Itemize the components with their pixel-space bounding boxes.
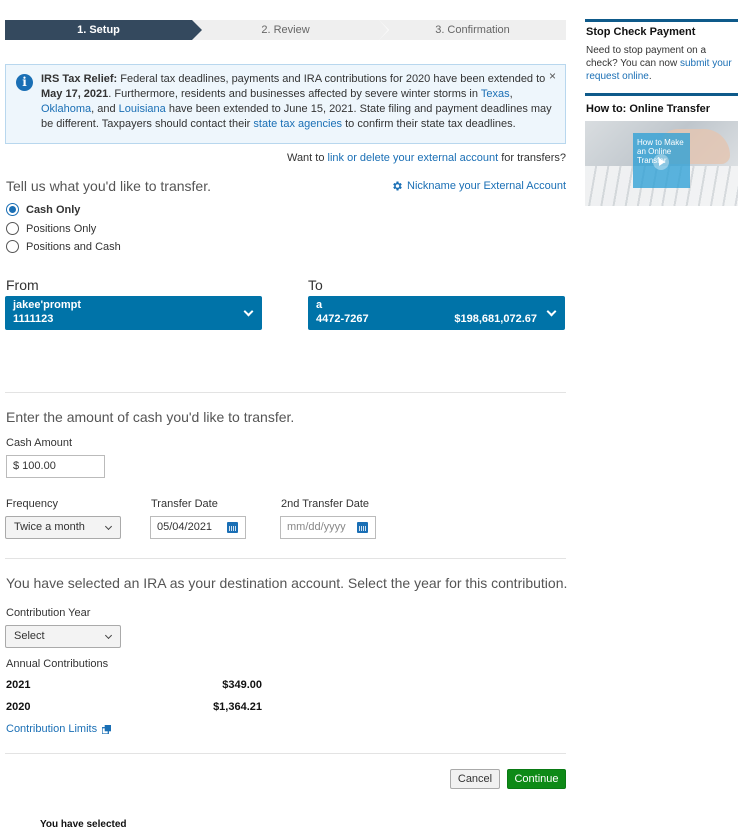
online-transfer-video-thumbnail[interactable]: How to Make an Online Transfer xyxy=(585,121,738,206)
external-prefix: Want to xyxy=(286,152,328,164)
to-label: To xyxy=(308,277,323,293)
stop-check-title: Stop Check Payment xyxy=(586,26,696,38)
gear-icon xyxy=(393,181,402,191)
footer-selection-text: You have selected xyxy=(40,819,127,830)
oklahoma-link[interactable]: Oklahoma xyxy=(41,103,91,115)
louisiana-link[interactable]: Louisiana xyxy=(119,103,166,115)
alert-sep-1: , xyxy=(509,88,513,100)
to-account-details: 4472-7267 $198,681,072.67 xyxy=(316,313,557,325)
alert-sep-2: , and xyxy=(91,103,119,115)
to-account-name: a xyxy=(316,299,323,311)
texas-link[interactable]: Texas xyxy=(481,88,510,100)
chevron-down-icon xyxy=(104,522,113,531)
contribution-year: 2021 xyxy=(6,679,31,691)
external-account-note: Want to link or delete your external acc… xyxy=(287,152,566,164)
contribution-year-label: Contribution Year xyxy=(6,607,91,619)
contribution-row: 2021 $349.00 xyxy=(6,679,262,691)
alert-title: IRS Tax Relief: xyxy=(41,73,118,85)
external-suffix: for transfers? xyxy=(498,152,566,164)
irs-tax-relief-alert: i × IRS Tax Relief: Federal tax deadline… xyxy=(5,64,566,144)
from-account-name: jakee'prompt xyxy=(13,299,82,311)
external-window-icon xyxy=(102,724,112,734)
cash-amount-label: Cash Amount xyxy=(6,437,73,449)
radio-label-positions-only: Positions Only xyxy=(26,222,97,235)
transfer-date-value: 05/04/2021 xyxy=(157,521,213,533)
link-delete-external-account-link[interactable]: link or delete your external account xyxy=(328,152,499,164)
radio-label-positions-and-cash: Positions and Cash xyxy=(26,240,121,253)
contribution-amount: $1,364.21 xyxy=(213,701,262,713)
nickname-external-account-link[interactable]: Nickname your External Account xyxy=(391,180,566,192)
nickname-link-label: Nickname your External Account xyxy=(407,180,566,192)
radio-positions-and-cash[interactable]: Positions and Cash xyxy=(6,240,121,253)
second-transfer-date-input[interactable]: mm/dd/yyyy xyxy=(280,516,376,539)
radio-positions-only[interactable]: Positions Only xyxy=(6,222,96,235)
second-date-placeholder: mm/dd/yyyy xyxy=(287,521,346,533)
contribution-limits-label: Contribution Limits xyxy=(6,723,98,735)
divider xyxy=(5,753,566,754)
cash-heading: Enter the amount of cash you'd like to t… xyxy=(6,409,295,425)
frequency-value: Twice a month xyxy=(14,521,85,533)
ira-heading: You have selected an IRA as your destina… xyxy=(6,575,568,591)
contribution-amount: $349.00 xyxy=(222,679,262,691)
state-tax-agencies-link[interactable]: state tax agencies xyxy=(253,118,342,130)
calendar-icon[interactable] xyxy=(357,522,368,533)
contribution-year-value: Select xyxy=(14,630,45,642)
step-confirmation: 3. Confirmation xyxy=(379,20,566,40)
to-account-number: 4472-7267 xyxy=(316,313,369,325)
divider xyxy=(5,392,566,393)
contribution-limits-link[interactable]: Contribution Limits xyxy=(6,723,112,735)
alert-text-2: . Furthermore, residents and businesses … xyxy=(108,88,481,100)
to-account-select[interactable]: a 4472-7267 $198,681,072.67 xyxy=(308,296,565,330)
cash-amount-input[interactable]: $ 100.00 xyxy=(6,455,105,478)
divider xyxy=(5,558,566,559)
alert-date: May 17, 2021 xyxy=(41,88,109,100)
from-account-select[interactable]: jakee'prompt 1111123 xyxy=(5,296,262,330)
cancel-button[interactable]: Cancel xyxy=(450,769,500,789)
radio-button[interactable] xyxy=(6,240,19,253)
how-to-title: How to: Online Transfer xyxy=(586,103,711,115)
calendar-icon[interactable] xyxy=(227,522,238,533)
alert-text-4: to confirm their state tax deadlines. xyxy=(342,118,516,130)
sidebar-rule xyxy=(585,19,738,22)
close-icon[interactable]: × xyxy=(549,69,556,84)
transfer-type-heading: Tell us what you'd like to transfer. xyxy=(6,178,211,194)
frequency-label: Frequency xyxy=(6,498,58,510)
step-review: 2. Review xyxy=(192,20,389,40)
stop-check-end: . xyxy=(648,71,652,82)
contribution-year-select[interactable]: Select xyxy=(5,625,121,648)
stop-check-text: Need to stop payment on a check? You can… xyxy=(586,44,736,83)
alert-text-1: Federal tax deadlines, payments and IRA … xyxy=(117,73,546,85)
radio-button-checked[interactable] xyxy=(6,203,19,216)
from-label: From xyxy=(6,277,39,293)
frequency-select[interactable]: Twice a month xyxy=(5,516,121,539)
transfer-date-label: Transfer Date xyxy=(151,498,218,510)
annual-contributions-label: Annual Contributions xyxy=(6,658,109,670)
radio-button[interactable] xyxy=(6,222,19,235)
radio-cash-only[interactable]: Cash Only xyxy=(6,203,80,216)
progress-stepper: 1. Setup 2. Review 3. Confirmation xyxy=(5,20,566,40)
sidebar-rule xyxy=(585,93,738,96)
info-icon: i xyxy=(16,74,33,91)
to-account-balance: $198,681,072.67 xyxy=(454,313,537,325)
chevron-down-icon xyxy=(104,631,113,640)
from-account-number: 1111123 xyxy=(13,313,54,325)
contribution-row: 2020 $1,364.21 xyxy=(6,701,262,713)
step-setup: 1. Setup xyxy=(5,20,202,40)
continue-button[interactable]: Continue xyxy=(507,769,566,789)
play-icon[interactable] xyxy=(653,154,669,170)
transfer-date-input[interactable]: 05/04/2021 xyxy=(150,516,246,539)
radio-label-cash-only: Cash Only xyxy=(26,203,81,216)
contribution-year: 2020 xyxy=(6,701,31,713)
second-transfer-date-label: 2nd Transfer Date xyxy=(281,498,370,510)
